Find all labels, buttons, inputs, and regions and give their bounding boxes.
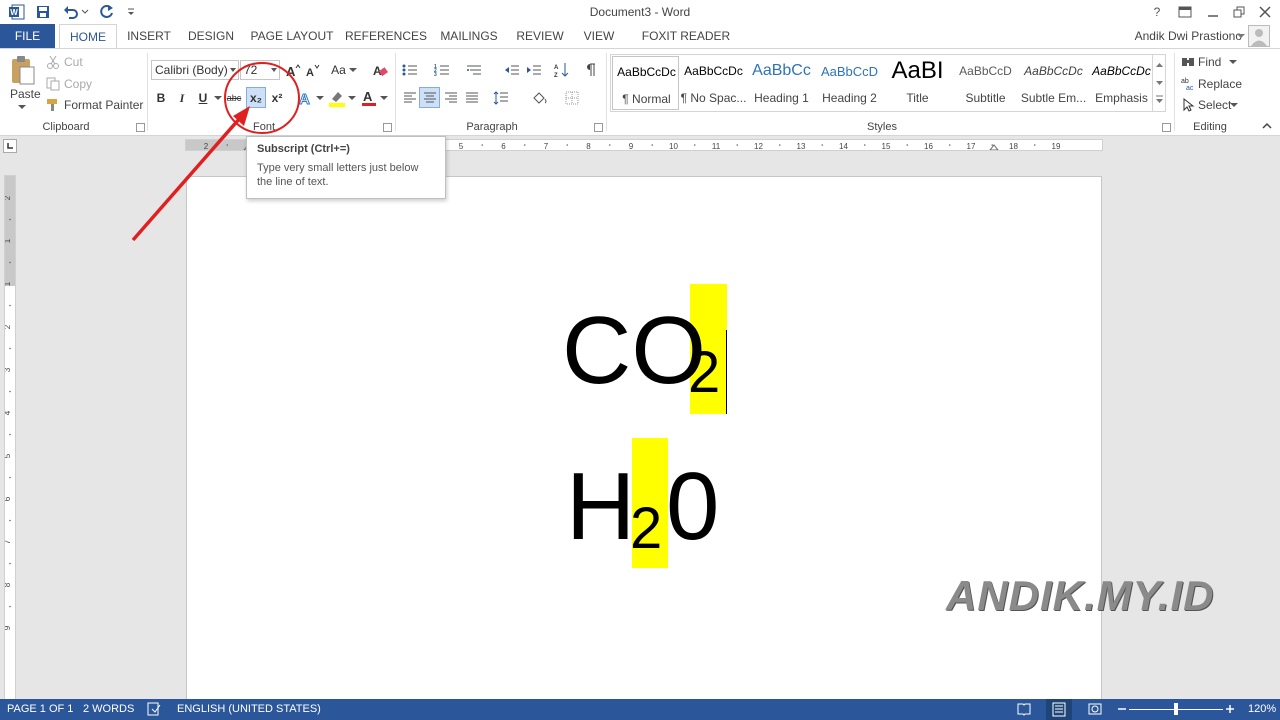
word-count[interactable]: 2 WORDS xyxy=(83,703,134,715)
zoom-in-icon[interactable] xyxy=(1225,702,1235,716)
web-layout-icon[interactable] xyxy=(1088,702,1102,716)
language-indicator[interactable]: ENGLISH (UNITED STATES) xyxy=(177,703,321,715)
print-layout-icon[interactable] xyxy=(1046,699,1072,720)
zoom-out-icon[interactable] xyxy=(1117,702,1127,716)
annotation-arrow xyxy=(131,116,242,242)
status-bar: PAGE 1 OF 1 2 WORDS ENGLISH (UNITED STAT… xyxy=(0,699,1280,720)
page-count[interactable]: PAGE 1 OF 1 xyxy=(7,703,73,715)
zoom-level[interactable]: 120% xyxy=(1248,703,1276,715)
annotation-overlay xyxy=(131,62,300,242)
proofing-icon[interactable] xyxy=(147,702,161,716)
zoom-slider-thumb[interactable] xyxy=(1174,703,1178,715)
read-mode-icon[interactable] xyxy=(1017,702,1031,716)
